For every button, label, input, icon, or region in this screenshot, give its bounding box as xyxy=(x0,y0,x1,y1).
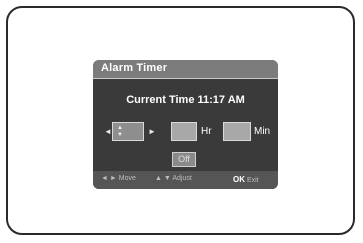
ampm-selector[interactable]: ▲ ▼ xyxy=(112,122,144,141)
hour-unit-label: Hr xyxy=(201,126,212,137)
move-hint-label: Move xyxy=(118,175,136,182)
right-arrow-icon: ► xyxy=(148,127,156,136)
left-arrow-icon: ◄ xyxy=(104,127,112,136)
dialog-titlebar: Alarm Timer xyxy=(93,60,278,79)
move-hint: ◄ ► Move xyxy=(101,175,136,182)
exit-hint: OK Exit xyxy=(233,175,259,184)
minute-unit-label: Min xyxy=(254,126,271,137)
off-button[interactable]: Off xyxy=(172,152,196,167)
minute-field[interactable] xyxy=(223,122,251,141)
exit-hint-label: Exit xyxy=(246,177,259,184)
alarm-timer-dialog: Alarm Timer Current Time 11:17 AM ◄ ▲ ▼ … xyxy=(93,60,278,189)
ok-key-label: OK xyxy=(233,175,245,184)
adjust-keys-icon: ▲ ▼ xyxy=(155,175,171,182)
adjust-hint-label: Adjust xyxy=(172,175,192,182)
current-time-label: Current Time 11:17 AM xyxy=(126,94,245,106)
up-down-arrows-icon: ▲ ▼ xyxy=(117,125,123,138)
move-keys-icon: ◄ ► xyxy=(101,175,117,182)
adjust-hint: ▲ ▼ Adjust xyxy=(155,175,192,182)
hint-bar: ◄ ► Move ▲ ▼ Adjust OK Exit xyxy=(93,171,278,189)
hour-field[interactable] xyxy=(171,122,197,141)
dialog-title: Alarm Timer xyxy=(101,62,168,74)
